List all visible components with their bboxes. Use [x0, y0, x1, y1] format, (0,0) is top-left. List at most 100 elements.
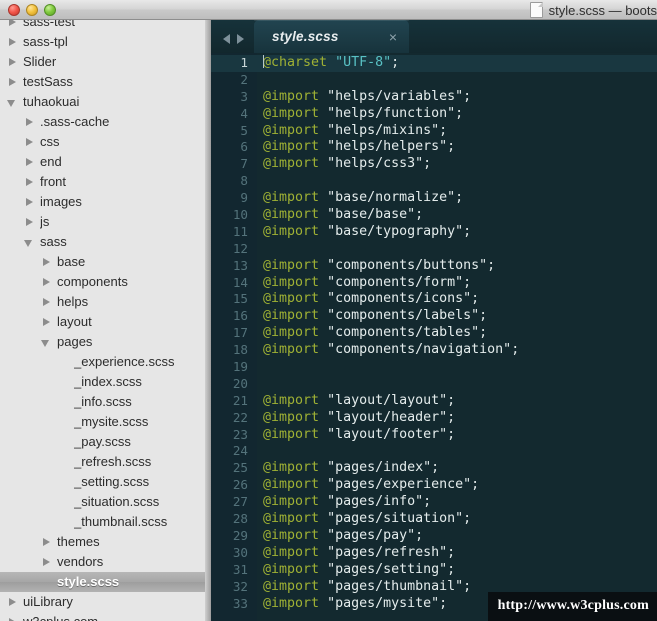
chevron-right-icon[interactable]: [23, 116, 35, 128]
code-line-text[interactable]: @import "pages/thumbnail";: [257, 579, 471, 596]
file-tree-item[interactable]: themes: [0, 532, 210, 552]
chevron-right-icon[interactable]: [40, 276, 52, 288]
back-arrow-icon[interactable]: [223, 34, 230, 44]
chevron-right-icon[interactable]: [40, 316, 52, 328]
file-tree-item-label: _setting.scss: [74, 474, 150, 489]
line-number: 9: [240, 190, 248, 206]
code-token-punc: ;: [423, 494, 432, 510]
file-tree-item[interactable]: _thumbnail.scss: [0, 512, 210, 532]
code-line-text[interactable]: @import "pages/mysite";: [257, 596, 447, 613]
file-tree-item[interactable]: sass: [0, 232, 210, 252]
code-line-text[interactable]: @import "pages/pay";: [257, 528, 423, 545]
close-icon[interactable]: ×: [389, 30, 397, 44]
chevron-right-icon[interactable]: [6, 36, 18, 48]
file-tree-item[interactable]: _experience.scss: [0, 352, 210, 372]
chevron-down-icon[interactable]: [6, 96, 18, 108]
code-line-text[interactable]: @import "pages/situation";: [257, 511, 471, 528]
file-tree-item[interactable]: sass-test: [0, 20, 210, 32]
chevron-down-icon[interactable]: [23, 236, 35, 248]
chevron-right-icon[interactable]: [23, 216, 35, 228]
chevron-right-icon[interactable]: [23, 176, 35, 188]
file-tree-item[interactable]: js: [0, 212, 210, 232]
file-tree-item[interactable]: base: [0, 252, 210, 272]
file-tree-item[interactable]: sass-tpl: [0, 32, 210, 52]
file-tree-item[interactable]: w3cplus.com: [0, 612, 210, 621]
code-line-text[interactable]: @import "pages/info";: [257, 494, 431, 511]
chevron-down-icon[interactable]: [40, 336, 52, 348]
chevron-right-icon[interactable]: [23, 156, 35, 168]
code-line-text[interactable]: @import "components/labels";: [257, 308, 487, 325]
file-tree-item[interactable]: images: [0, 192, 210, 212]
file-tree-item[interactable]: _pay.scss: [0, 432, 210, 452]
file-tree-item[interactable]: _info.scss: [0, 392, 210, 412]
chevron-right-icon[interactable]: [6, 76, 18, 88]
forward-arrow-icon[interactable]: [237, 34, 244, 44]
code-line-text[interactable]: @import "helps/css3";: [257, 156, 431, 173]
file-tree-item[interactable]: pages: [0, 332, 210, 352]
code-line-text[interactable]: @import "layout/layout";: [257, 393, 455, 410]
file-tree-item[interactable]: vendors: [0, 552, 210, 572]
code-line-text[interactable]: @import "base/normalize";: [257, 190, 463, 207]
file-tree-item-label: helps: [57, 294, 89, 309]
file-tree-item[interactable]: _mysite.scss: [0, 412, 210, 432]
code-line-text[interactable]: @import "pages/experience";: [257, 477, 479, 494]
file-tree-item[interactable]: layout: [0, 312, 210, 332]
file-tree-item[interactable]: .sass-cache: [0, 112, 210, 132]
code-line-text[interactable]: @charset "UTF-8";: [257, 54, 399, 72]
code-token-kw: @import: [263, 494, 320, 510]
code-line-text[interactable]: @import "helps/helpers";: [257, 139, 455, 156]
code-line-text[interactable]: @import "components/icons";: [257, 291, 479, 308]
file-tree-item[interactable]: tuhaokuai: [0, 92, 210, 112]
line-number: 1: [240, 55, 248, 70]
code-line-text[interactable]: @import "pages/setting";: [257, 562, 455, 579]
chevron-right-icon[interactable]: [6, 616, 18, 621]
close-button[interactable]: [8, 3, 20, 16]
code-line-text[interactable]: @import "layout/footer";: [257, 427, 455, 444]
tab-style-scss[interactable]: style.scss ×: [254, 20, 409, 53]
code-line-text[interactable]: @import "helps/function";: [257, 106, 463, 123]
file-tree-item[interactable]: uiLibrary: [0, 592, 210, 612]
line-number: 23: [232, 426, 248, 442]
file-tree-item[interactable]: _index.scss: [0, 372, 210, 392]
file-tree-item[interactable]: front: [0, 172, 210, 192]
chevron-right-icon[interactable]: [6, 20, 18, 28]
code-token-str: "helps/helpers": [327, 139, 448, 155]
file-tree-item[interactable]: css: [0, 132, 210, 152]
code-editor[interactable]: 1 @charset "UTF-8"; 2 3 @import "helps/varia…: [211, 53, 657, 621]
code-line-text[interactable]: @import "helps/variables";: [257, 89, 471, 106]
code-line-text[interactable]: @import "components/navigation";: [257, 342, 519, 359]
file-tree-item[interactable]: components: [0, 272, 210, 292]
file-tree-item[interactable]: testSass: [0, 72, 210, 92]
window-title: style.scss — boots: [548, 2, 657, 18]
code-line-text[interactable]: @import "helps/mixins";: [257, 123, 447, 140]
chevron-right-icon[interactable]: [6, 56, 18, 68]
code-line-text[interactable]: @import "components/form";: [257, 275, 471, 292]
file-tree-sidebar[interactable]: sass-test sass-tpl Slider testSass tuhaokuai…: [0, 20, 211, 621]
file-tree-item[interactable]: _setting.scss: [0, 472, 210, 492]
code-line-text[interactable]: @import "pages/index";: [257, 460, 439, 477]
file-tree-item-selected[interactable]: style.scss: [0, 572, 210, 592]
chevron-right-icon[interactable]: [40, 256, 52, 268]
chevron-right-icon[interactable]: [23, 136, 35, 148]
file-tree-item[interactable]: _refresh.scss: [0, 452, 210, 472]
file-tree-item[interactable]: helps: [0, 292, 210, 312]
code-line-text[interactable]: @import "components/buttons";: [257, 258, 495, 275]
code-line-text[interactable]: @import "layout/header";: [257, 410, 455, 427]
code-line-text[interactable]: @import "pages/refresh";: [257, 545, 455, 562]
file-tree-item[interactable]: end: [0, 152, 210, 172]
code-line-text[interactable]: @import "components/tables";: [257, 325, 487, 342]
file-tree-item[interactable]: Slider: [0, 52, 210, 72]
line-number: 24: [232, 443, 248, 459]
code-line: 10 @import "base/base";: [211, 207, 657, 224]
chevron-right-icon[interactable]: [40, 296, 52, 308]
chevron-right-icon[interactable]: [6, 596, 18, 608]
code-line-text[interactable]: @import "base/typography";: [257, 224, 471, 241]
chevron-right-icon[interactable]: [40, 536, 52, 548]
chevron-right-icon[interactable]: [23, 196, 35, 208]
zoom-button[interactable]: [44, 3, 56, 16]
code-line-text[interactable]: @import "base/base";: [257, 207, 423, 224]
chevron-right-icon[interactable]: [40, 556, 52, 568]
minimize-button[interactable]: [26, 3, 38, 16]
file-tree-item[interactable]: _situation.scss: [0, 492, 210, 512]
